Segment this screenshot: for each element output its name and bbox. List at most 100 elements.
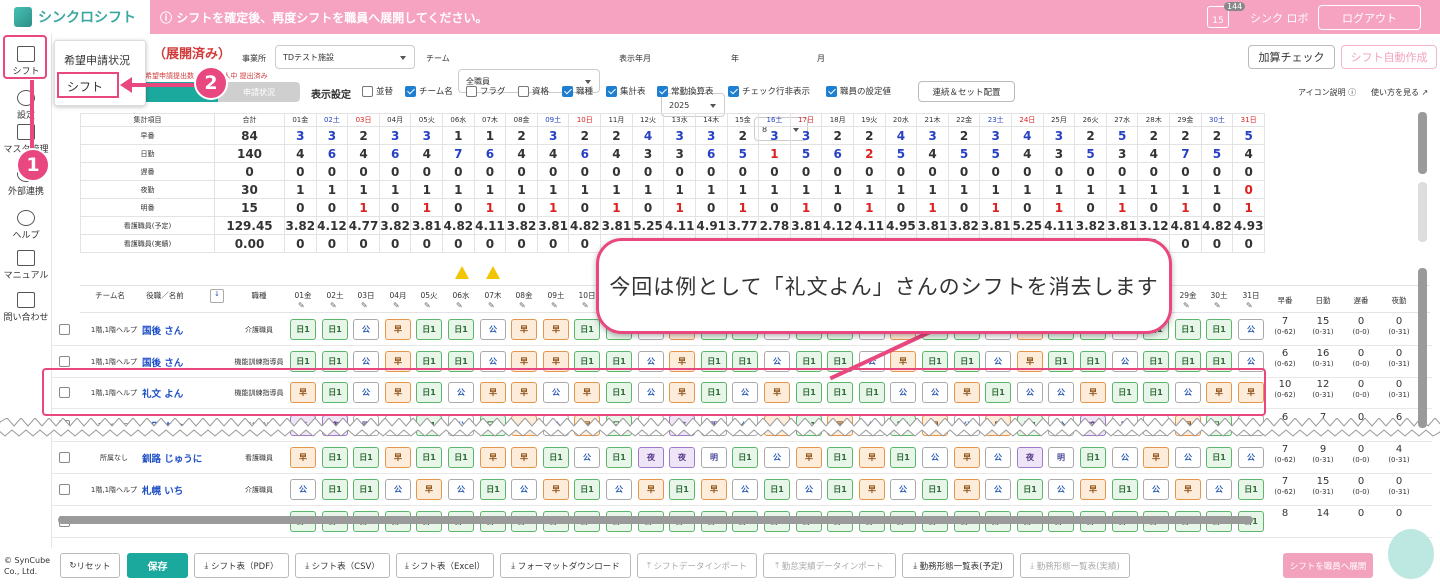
shift-cell[interactable]: 日1 — [574, 319, 600, 340]
shift-cell[interactable]: 日1 — [416, 319, 442, 340]
shift-cell[interactable]: 早 — [543, 479, 569, 500]
shift-cell[interactable]: 早 — [701, 479, 727, 500]
shift-cell[interactable]: 日1 — [890, 447, 916, 468]
application-status-button[interactable]: 申請状況 — [218, 82, 300, 102]
shift-cell[interactable]: 早 — [511, 447, 537, 468]
pencil-icon[interactable]: ✎ — [1183, 301, 1190, 310]
shift-cell[interactable]: 日1 — [1112, 479, 1138, 500]
shift-cell[interactable]: 早 — [290, 447, 316, 468]
pencil-icon[interactable]: ✎ — [393, 301, 400, 310]
shift-cell[interactable]: 日1 — [353, 447, 379, 468]
sort-icon[interactable]: ↓ — [210, 289, 224, 303]
pencil-icon[interactable]: ✎ — [551, 301, 558, 310]
sidebar-item-contact[interactable]: 問い合わせ — [0, 292, 52, 323]
row-checkbox[interactable] — [59, 452, 70, 463]
sidebar-item-settings[interactable]: 設定 — [0, 90, 52, 121]
option-staff-settings[interactable]: 職員の設定値 — [826, 85, 891, 97]
menu-item-request-status[interactable]: 希望申請状況 — [64, 52, 130, 68]
shift-cell[interactable]: 日1 — [1080, 447, 1106, 468]
option-flag[interactable]: フラグ — [466, 85, 506, 97]
checkbox[interactable] — [518, 85, 529, 97]
shift-cell[interactable]: 日1 — [1206, 447, 1232, 468]
shift-cell[interactable]: 公 — [290, 479, 316, 500]
pencil-icon[interactable]: ✎ — [424, 301, 431, 310]
app-logo[interactable]: シンクロシフト — [0, 0, 150, 34]
shift-cell[interactable]: 早 — [859, 447, 885, 468]
shift-cell[interactable]: 公 — [985, 447, 1011, 468]
shift-cell[interactable]: 日1 — [448, 319, 474, 340]
shift-cell[interactable]: 公 — [1206, 479, 1232, 500]
option-sort[interactable]: 並替 — [362, 85, 393, 97]
checkbox[interactable] — [606, 85, 617, 97]
shift-cell[interactable]: 早 — [954, 447, 980, 468]
shift-cell[interactable]: 日1 — [322, 479, 348, 500]
shift-cell[interactable]: 日1 — [322, 447, 348, 468]
row-checkbox[interactable] — [59, 484, 70, 495]
shift-cell[interactable]: 日1 — [764, 479, 790, 500]
pencil-icon[interactable]: ✎ — [330, 301, 337, 310]
staff-name[interactable]: 札幌 いち — [142, 483, 183, 497]
reset-button[interactable]: ↻ リセット — [60, 553, 120, 578]
shift-cell[interactable]: 日1 — [827, 447, 853, 468]
shift-cell[interactable]: 公 — [890, 479, 916, 500]
horizontal-scrollbar[interactable] — [58, 516, 1253, 524]
pencil-icon[interactable]: ✎ — [488, 301, 495, 310]
shift-cell[interactable]: 早 — [859, 479, 885, 500]
shift-cell[interactable]: 日1 — [1017, 479, 1043, 500]
checkbox[interactable] — [562, 85, 573, 97]
consecutive-set-button[interactable]: 連続＆セット配置 — [918, 81, 1015, 102]
staff-name[interactable]: 釧路 じゅうに — [142, 451, 202, 465]
menu-item-shift[interactable]: シフト — [57, 72, 119, 98]
row-checkbox[interactable] — [59, 356, 70, 367]
shift-cell[interactable]: 日1 — [732, 447, 758, 468]
shift-cell[interactable]: 日1 — [290, 319, 316, 340]
sidebar-item-manual[interactable]: マニュアル — [0, 250, 52, 281]
shift-cell[interactable]: 日1 — [416, 447, 442, 468]
shift-cell[interactable]: 日1 — [322, 319, 348, 340]
checkbox[interactable] — [728, 85, 739, 97]
shift-cell[interactable]: 夜 — [1017, 447, 1043, 468]
shift-cell[interactable]: 公 — [1238, 319, 1264, 340]
pencil-icon[interactable]: ✎ — [582, 301, 589, 310]
shift-cell[interactable]: 日1 — [1175, 319, 1201, 340]
shift-cell[interactable]: 公 — [922, 447, 948, 468]
option-job-type[interactable]: 職種 — [562, 85, 593, 97]
shift-cell[interactable]: 早 — [385, 447, 411, 468]
shift-cell[interactable]: 早 — [1143, 447, 1169, 468]
shift-cell[interactable]: 明 — [1048, 447, 1074, 468]
shift-cell[interactable]: 日1 — [543, 447, 569, 468]
shift-cell[interactable]: 日1 — [827, 479, 853, 500]
pdf-button[interactable]: ⤓ シフト表（PDF） — [194, 553, 289, 578]
checkbox[interactable] — [657, 85, 668, 97]
vertical-scrollbar-schedule[interactable] — [1418, 268, 1427, 428]
save-button[interactable]: 保存 — [127, 553, 188, 578]
robot-assistant-icon[interactable] — [1388, 529, 1434, 579]
shift-cell[interactable]: 公 — [385, 479, 411, 500]
checkbox[interactable] — [826, 85, 837, 97]
attendance-import-button[interactable]: ⤒ 勤怠実績データインポート — [763, 553, 896, 578]
row-checkbox[interactable] — [59, 324, 70, 335]
shift-cell[interactable]: 日1 — [606, 447, 632, 468]
shift-cell[interactable]: 早 — [1175, 479, 1201, 500]
office-select[interactable]: TDテスト施設 — [275, 45, 415, 69]
shift-cell[interactable]: 公 — [1048, 479, 1074, 500]
shift-cell[interactable]: 早 — [954, 479, 980, 500]
shift-cell[interactable]: 公 — [1143, 479, 1169, 500]
staff-name[interactable]: 国後 さん — [142, 323, 183, 337]
pencil-icon[interactable]: ✎ — [519, 301, 526, 310]
howto-link[interactable]: 使い方を見る ↗ — [1371, 87, 1428, 98]
option-qualification[interactable]: 資格 — [518, 85, 549, 97]
logout-button[interactable]: ログアウト — [1318, 5, 1421, 30]
shift-cell[interactable]: 日1 — [1206, 319, 1232, 340]
shift-cell[interactable]: 公 — [1175, 447, 1201, 468]
auto-create-button[interactable]: シフト自動作成 — [1341, 45, 1437, 69]
shift-cell[interactable]: 日1 — [669, 479, 695, 500]
shift-cell[interactable]: 公 — [1112, 447, 1138, 468]
checkbox[interactable] — [405, 85, 416, 97]
pencil-icon[interactable]: ✎ — [1214, 301, 1221, 310]
shift-cell[interactable]: 日1 — [353, 479, 379, 500]
shift-cell[interactable]: 早 — [543, 319, 569, 340]
shift-cell[interactable]: 公 — [1238, 447, 1264, 468]
shift-cell[interactable]: 公 — [796, 479, 822, 500]
shift-cell[interactable]: 早 — [480, 447, 506, 468]
